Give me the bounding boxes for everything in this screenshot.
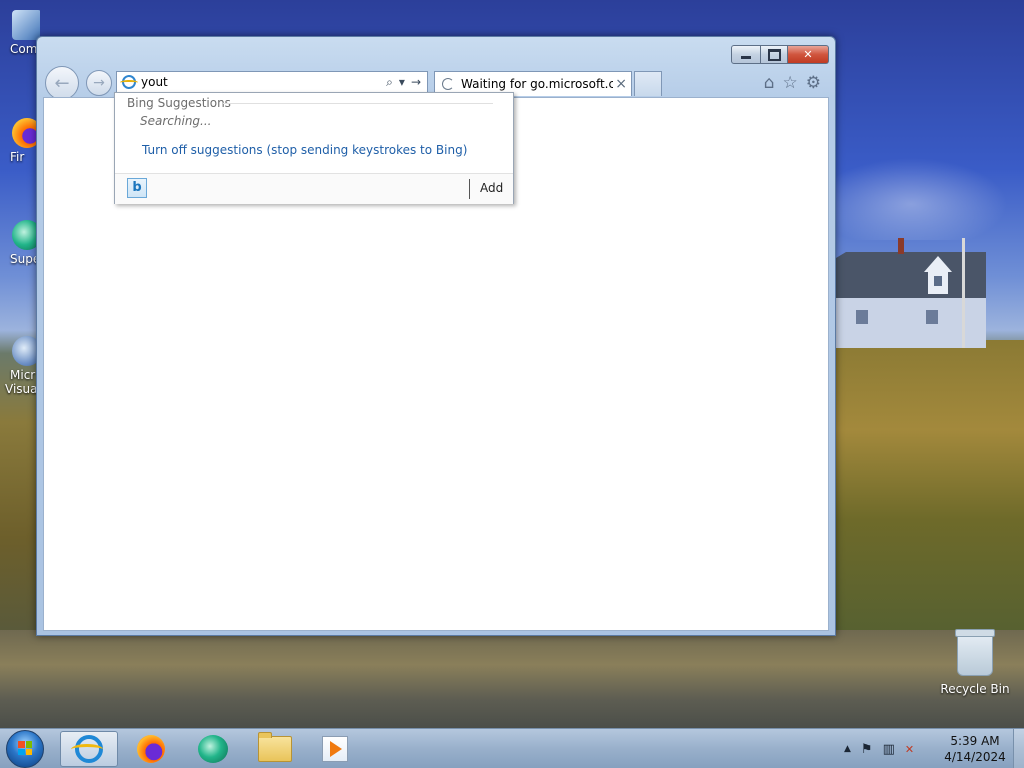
recycle-bin-label: Recycle Bin xyxy=(940,682,1010,696)
start-button[interactable] xyxy=(6,730,44,768)
taskbar-firefox[interactable] xyxy=(122,731,180,767)
taskbar-super-app[interactable] xyxy=(184,731,242,767)
windows-logo-icon xyxy=(18,741,32,755)
desktop-icon-super[interactable]: Supe xyxy=(0,220,40,266)
desktop-clouds xyxy=(836,150,1024,240)
media-player-icon xyxy=(322,736,348,762)
forward-arrow-icon: → xyxy=(93,75,105,91)
back-arrow-icon: ← xyxy=(54,72,70,94)
desktop-icon-visual[interactable]: Micr Visual xyxy=(0,336,40,396)
maximize-button[interactable] xyxy=(761,45,788,64)
ie-page-icon xyxy=(120,75,138,89)
forward-button[interactable]: → xyxy=(86,70,112,96)
taskbar: ▲ ⚑ ▥ ✕ 5:39 AM 4/14/2024 xyxy=(0,728,1024,768)
taskbar-clock[interactable]: 5:39 AM 4/14/2024 xyxy=(940,733,1010,765)
desktop-house xyxy=(836,238,986,348)
show-desktop-button[interactable] xyxy=(1013,729,1024,768)
taskbar-file-explorer[interactable] xyxy=(246,731,304,767)
gear-icon[interactable]: ⚙ xyxy=(806,73,821,93)
clock-date: 4/14/2024 xyxy=(944,750,1006,764)
close-icon: ✕ xyxy=(803,48,813,61)
turn-off-suggestions-link[interactable]: Turn off suggestions (stop sending keyst… xyxy=(142,143,467,157)
desktop-icon-recycle-bin[interactable]: Recycle Bin xyxy=(940,629,1010,696)
clock-time: 5:39 AM xyxy=(950,734,1000,748)
desktop-icon-label: Visual xyxy=(5,382,40,396)
footer-divider xyxy=(469,179,470,199)
system-tray: ▲ ⚑ ▥ ✕ xyxy=(844,729,914,768)
show-hidden-icons-icon[interactable]: ▲ xyxy=(844,744,851,754)
suggestions-footer: b Add xyxy=(115,173,513,204)
bing-icon[interactable]: b xyxy=(127,178,147,198)
folder-icon xyxy=(258,732,292,762)
tab-title: Waiting for go.microsoft.c... xyxy=(461,77,613,91)
network-icon[interactable]: ▥ xyxy=(883,742,895,757)
desktop-rocks xyxy=(0,630,1024,730)
back-button[interactable]: ← xyxy=(45,66,79,100)
super-app-icon xyxy=(198,735,228,763)
volume-muted-icon[interactable]: ✕ xyxy=(905,743,914,756)
favorites-star-icon[interactable]: ☆ xyxy=(783,73,798,93)
computer-icon xyxy=(12,10,40,40)
desktop-icon-firefox[interactable]: Fir xyxy=(0,118,40,164)
minimize-icon xyxy=(741,55,751,59)
recycle-bin-icon xyxy=(955,629,995,676)
action-center-flag-icon[interactable]: ⚑ xyxy=(861,742,873,757)
search-icon[interactable]: ⌕ xyxy=(386,75,393,90)
taskbar-media-player[interactable] xyxy=(306,731,364,767)
address-tools: ⌕ ▾ → xyxy=(386,75,421,90)
home-icon[interactable]: ⌂ xyxy=(764,73,775,93)
maximize-icon xyxy=(767,48,781,61)
internet-explorer-icon xyxy=(71,735,103,763)
suggestions-status: Searching... xyxy=(140,114,212,128)
go-arrow-icon[interactable]: → xyxy=(411,75,421,89)
chevron-down-icon[interactable]: ▾ xyxy=(399,75,405,89)
suggestions-header-divider xyxy=(223,103,493,104)
close-window-button[interactable]: ✕ xyxy=(788,45,829,64)
browser-toolbar-icons: ⌂ ☆ ⚙ xyxy=(764,73,821,93)
address-bar[interactable]: ⌕ ▾ → xyxy=(116,71,428,93)
new-tab-button[interactable] xyxy=(634,71,662,96)
suggestions-header: Bing Suggestions xyxy=(127,96,231,110)
loading-spinner-icon xyxy=(442,78,454,90)
window-caption-buttons: ✕ xyxy=(731,45,829,64)
suggestions-dropdown: Bing Suggestions Searching... Turn off s… xyxy=(114,92,514,204)
minimize-button[interactable] xyxy=(731,45,761,64)
taskbar-internet-explorer[interactable] xyxy=(60,731,118,767)
add-provider-button[interactable]: Add xyxy=(480,181,503,195)
desktop-icon-computer[interactable]: Com xyxy=(0,10,40,56)
desktop-grass xyxy=(836,340,1024,640)
firefox-icon xyxy=(137,735,165,763)
tab-close-icon[interactable]: × xyxy=(615,76,627,92)
address-input[interactable] xyxy=(141,75,363,89)
